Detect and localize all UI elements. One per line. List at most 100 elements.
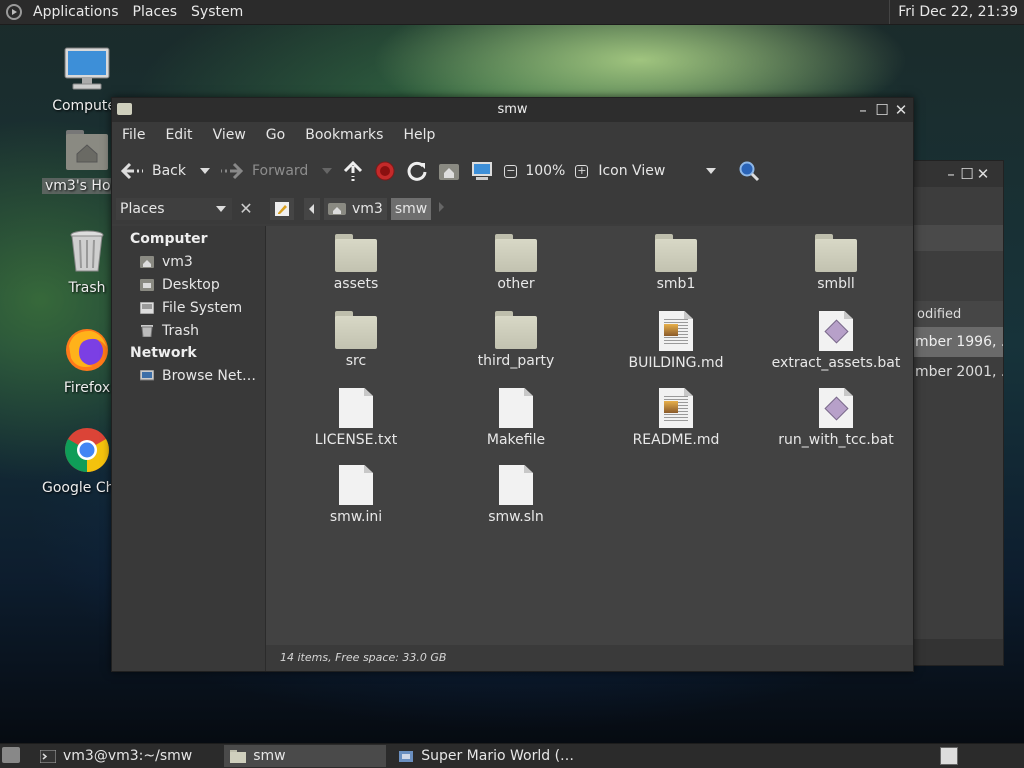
- file-item[interactable]: assets: [276, 234, 436, 311]
- taskbar-item-label: vm3@vm3:~/smw: [63, 748, 193, 764]
- folder-icon: [655, 234, 697, 272]
- file-item[interactable]: BUILDING.md: [596, 311, 756, 388]
- close-sidebar-button[interactable]: ✕: [236, 199, 256, 219]
- menubar: File Edit View Go Bookmarks Help: [112, 122, 913, 148]
- reload-button[interactable]: [406, 156, 428, 186]
- back-label: Back: [152, 163, 186, 179]
- taskbar-item-game[interactable]: Super Mario World (…: [392, 745, 580, 767]
- back-arrow-icon: [120, 162, 143, 180]
- menu-edit[interactable]: Edit: [159, 127, 198, 143]
- sidebar-item-trash[interactable]: Trash: [112, 319, 265, 342]
- sidebar-item-file-system[interactable]: File System: [112, 296, 265, 319]
- toggle-location-entry-button[interactable]: [270, 198, 294, 220]
- file-item[interactable]: smw.ini: [276, 465, 436, 542]
- menu-view[interactable]: View: [207, 127, 252, 143]
- chevron-right-icon: [439, 202, 445, 212]
- up-button[interactable]: [342, 156, 364, 186]
- script-file-icon: [819, 388, 853, 428]
- zoom-level[interactable]: 100%: [525, 156, 565, 186]
- file-item[interactable]: third_party: [436, 311, 596, 388]
- file-name: smb1: [656, 276, 696, 292]
- folder-icon: [495, 234, 537, 272]
- taskbar-item-label: Super Mario World (…: [421, 748, 575, 764]
- places-menu[interactable]: Places: [126, 4, 185, 20]
- script-file-icon: [819, 311, 853, 351]
- close-button[interactable]: ✕: [893, 102, 909, 118]
- panel-menu: Applications Places System: [26, 0, 250, 24]
- breadcrumb-scroll-right[interactable]: [437, 201, 445, 217]
- taskbar-item-terminal[interactable]: vm3@vm3:~/smw: [34, 745, 198, 767]
- sidebar-item-label: File System: [162, 299, 243, 316]
- file-item[interactable]: smb1: [596, 234, 756, 311]
- background-window[interactable]: – ☐ ✕ odified mber 1996, ... mber 2001, …: [912, 160, 1004, 666]
- stop-button[interactable]: [374, 156, 396, 186]
- home-icon: [328, 203, 346, 215]
- back-button[interactable]: Back: [120, 156, 210, 186]
- back-history-dropdown-icon[interactable]: [200, 168, 210, 174]
- sidebar-item-vm3[interactable]: vm3: [112, 250, 265, 273]
- search-button[interactable]: [738, 156, 760, 186]
- menu-logo-icon[interactable]: [6, 4, 22, 20]
- file-item[interactable]: other: [436, 234, 596, 311]
- folder-icon: [230, 749, 247, 763]
- file-view[interactable]: assets other smb1 smbll src third_party BUILDI…: [266, 226, 913, 645]
- file-item[interactable]: LICENSE.txt: [276, 388, 436, 465]
- file-name: other: [497, 276, 535, 292]
- applications-menu[interactable]: Applications: [26, 4, 126, 20]
- maximize-button[interactable]: ☐: [874, 102, 890, 118]
- taskbar-item-file-manager[interactable]: smw: [224, 745, 387, 767]
- view-mode-label: Icon View: [598, 163, 666, 179]
- file-name: BUILDING.md: [628, 355, 724, 371]
- menu-go[interactable]: Go: [260, 127, 291, 143]
- minimize-button[interactable]: –: [855, 102, 871, 118]
- system-menu[interactable]: System: [184, 4, 250, 20]
- zoom-out-button[interactable]: −: [504, 156, 518, 186]
- file-item[interactable]: smbll: [756, 234, 916, 311]
- maximize-icon[interactable]: ☐: [959, 166, 975, 182]
- file-item[interactable]: extract_assets.bat: [756, 311, 916, 388]
- game-icon: [399, 750, 414, 762]
- sidebar-item-desktop[interactable]: Desktop: [112, 273, 265, 296]
- computer-icon: [472, 162, 493, 180]
- modified-column-header[interactable]: odified: [913, 301, 1003, 330]
- close-icon[interactable]: ✕: [975, 166, 991, 182]
- file-item[interactable]: Makefile: [436, 388, 596, 465]
- sidebar-item-browse-network[interactable]: Browse Net…: [112, 364, 265, 387]
- folder-icon: [815, 234, 857, 272]
- file-item[interactable]: src: [276, 311, 436, 388]
- chrome-icon: [65, 428, 109, 472]
- sidebar-type-select[interactable]: Places: [116, 198, 232, 220]
- forward-button[interactable]: Forward: [220, 156, 333, 186]
- file-name: smbll: [817, 276, 855, 292]
- file-item[interactable]: smw.sln: [436, 465, 596, 542]
- folder-icon: [335, 311, 377, 349]
- background-window-bar: [913, 225, 1003, 251]
- clock[interactable]: Fri Dec 22, 21:39: [889, 0, 1024, 24]
- window-titlebar[interactable]: smw – ☐ ✕: [112, 98, 913, 122]
- home-button[interactable]: [438, 156, 460, 186]
- background-window-statusbar: [913, 639, 1003, 665]
- computer-icon: [64, 47, 110, 90]
- trash-icon: [70, 230, 104, 272]
- menu-bookmarks[interactable]: Bookmarks: [299, 127, 389, 143]
- list-item[interactable]: mber 1996, ...: [913, 327, 1003, 357]
- view-mode-select[interactable]: Icon View: [598, 156, 717, 186]
- breadcrumb-vm3[interactable]: vm3: [324, 198, 387, 220]
- menu-help[interactable]: Help: [397, 127, 441, 143]
- breadcrumb-smw[interactable]: smw: [390, 198, 432, 220]
- file-item[interactable]: run_with_tcc.bat: [756, 388, 916, 465]
- text-file-icon: [499, 388, 533, 428]
- status-bar: 14 items, Free space: 33.0 GB: [266, 645, 913, 671]
- computer-button[interactable]: [470, 156, 494, 186]
- breadcrumb-scroll-left[interactable]: [304, 198, 320, 220]
- view-mode-dropdown-icon: [706, 168, 717, 174]
- minimize-icon[interactable]: –: [943, 166, 959, 182]
- background-window-titlebar[interactable]: – ☐ ✕: [913, 161, 1003, 187]
- zoom-in-button[interactable]: +: [575, 156, 589, 186]
- forward-history-dropdown-icon[interactable]: [322, 168, 333, 174]
- list-item[interactable]: mber 2001, ...: [913, 357, 1003, 387]
- show-desktop-icon[interactable]: [2, 747, 20, 763]
- menu-file[interactable]: File: [116, 127, 151, 143]
- file-item[interactable]: README.md: [596, 388, 756, 465]
- workspace-switcher[interactable]: [940, 747, 958, 765]
